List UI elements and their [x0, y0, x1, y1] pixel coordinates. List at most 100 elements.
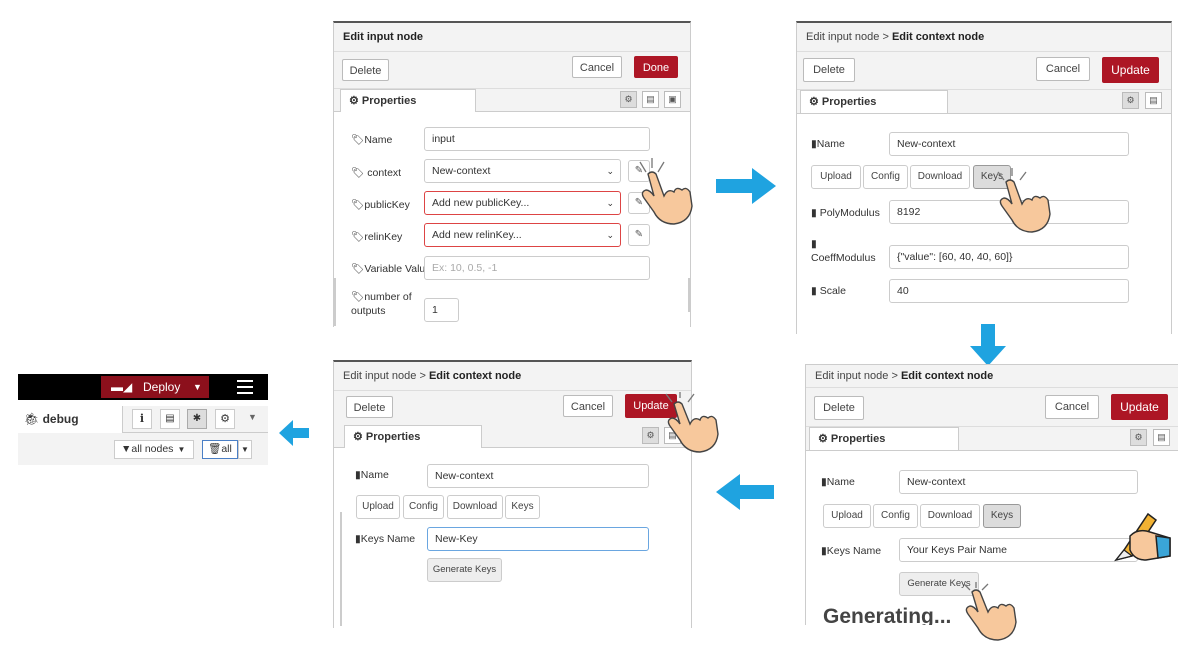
publickey-select[interactable]: Add new publicKey... ⌄ — [424, 191, 621, 215]
scrollbar[interactable] — [340, 512, 342, 626]
description-icon[interactable]: ▤ — [1145, 92, 1162, 109]
deploy-button[interactable]: ▬◢ Deploy ▼ — [101, 376, 209, 398]
arrow-left-icon — [279, 420, 309, 446]
scrollbar[interactable] — [334, 278, 336, 326]
tab-properties[interactable]: ⚙ Properties — [344, 425, 482, 448]
coeffmodulus-label: ▮ CoeffModulus — [811, 238, 876, 264]
chevron-down-icon: ▼ — [177, 445, 186, 454]
delete-button[interactable]: Delete — [814, 396, 864, 420]
tab-keys[interactable]: Keys — [983, 504, 1021, 528]
cancel-button[interactable]: Cancel — [572, 56, 622, 78]
delete-button[interactable]: Delete — [342, 59, 389, 81]
outputs-input[interactable]: 1 — [424, 298, 459, 322]
relinkey-select[interactable]: Add new relinKey... ⌄ — [424, 223, 621, 247]
cancel-button[interactable]: Cancel — [563, 395, 613, 417]
tab-properties[interactable]: ⚙ Properties — [800, 90, 948, 113]
name-label: ▮Name — [821, 476, 855, 488]
panel-title-bar: Edit input node > Edit context node — [797, 23, 1171, 52]
tab-upload[interactable]: Upload — [811, 165, 861, 189]
tab-upload[interactable]: Upload — [823, 504, 871, 528]
gear-icon: ⚙ — [818, 433, 831, 445]
scale-input[interactable]: 40 — [889, 279, 1129, 303]
tab-download[interactable]: Download — [920, 504, 980, 528]
cancel-button[interactable]: Cancel — [1036, 57, 1090, 81]
relinkey-value: Add new relinKey... — [432, 229, 522, 241]
settings-icon[interactable]: ⚙ — [620, 91, 637, 108]
tab-properties[interactable]: ⚙ Properties — [809, 427, 959, 450]
keys-name-input[interactable]: New-Key — [427, 527, 649, 551]
name-input[interactable]: New-context — [889, 132, 1129, 156]
clear-dropdown-button[interactable]: ▼ — [238, 440, 252, 459]
tab-download[interactable]: Download — [910, 165, 970, 189]
filter-nodes-button[interactable]: ▼all nodes ▼ — [114, 440, 194, 459]
breadcrumb: Edit input node > — [343, 370, 429, 382]
chevron-down-icon: ▼ — [193, 382, 202, 392]
gear-icon[interactable]: ⚙ — [215, 409, 235, 429]
tab-config[interactable]: Config — [863, 165, 908, 189]
variable-value-label: 🏷︎Variable Value — [351, 263, 432, 275]
info-icon[interactable]: i — [132, 409, 152, 429]
update-button[interactable]: Update — [1111, 394, 1168, 420]
panel-title: Edit context node — [900, 370, 994, 382]
name-input[interactable]: input — [424, 127, 650, 151]
tab-row: ⚙ Properties ⚙ ▤ — [806, 427, 1178, 451]
panel-title-bar: Edit input node > Edit context node — [334, 362, 691, 391]
tab-debug[interactable]: 🐞︎ debug — [18, 406, 123, 433]
variable-value-input[interactable]: Ex: 10, 0.5, -1 — [424, 256, 650, 280]
name-input[interactable]: New-context — [427, 464, 649, 488]
sidebar-tab-row: 🐞︎ debug i ▤ ✱ ⚙ ▼ — [18, 406, 268, 433]
tab-label: Properties — [365, 431, 421, 443]
keys-name-input[interactable]: Your Keys Pair Name — [899, 538, 1138, 562]
action-toolbar: Delete Cancel Update — [334, 391, 691, 426]
settings-icon[interactable]: ⚙ — [642, 427, 659, 444]
done-button[interactable]: Done — [634, 56, 678, 78]
tab-config[interactable]: Config — [403, 495, 444, 519]
debug-bug-icon[interactable]: ✱ — [187, 409, 207, 429]
description-icon[interactable]: ▤ — [642, 91, 659, 108]
menu-icon[interactable] — [237, 378, 253, 394]
deploy-label: Deploy — [143, 380, 181, 394]
clear-all-button[interactable]: 🗑︎all — [202, 440, 238, 459]
generate-keys-button[interactable]: Generate Keys — [427, 558, 502, 582]
settings-icon[interactable]: ⚙ — [1130, 429, 1147, 446]
tab-download[interactable]: Download — [447, 495, 503, 519]
debug-tab-label: debug — [42, 412, 79, 426]
tab-row: ⚙ Properties ⚙ ▤ ▣ — [334, 89, 690, 112]
chevron-down-icon[interactable]: ▼ — [248, 412, 257, 422]
coeffmodulus-input[interactable]: {"value": [60, 40, 40, 60]} — [889, 245, 1129, 269]
tab-keys[interactable]: Keys — [505, 495, 540, 519]
settings-icon[interactable]: ⚙ — [1122, 92, 1139, 109]
filter-icon: ▼ — [121, 443, 132, 455]
gear-icon: ⚙ — [349, 95, 362, 107]
delete-button[interactable]: Delete — [346, 396, 393, 418]
cancel-button[interactable]: Cancel — [1045, 395, 1099, 419]
pointing-hand-icon — [997, 168, 1051, 233]
appearance-icon[interactable]: ▣ — [664, 91, 681, 108]
relinkey-label: 🏷︎relinKey — [351, 231, 403, 243]
pointing-hand-icon — [963, 582, 1017, 641]
scrollbar[interactable] — [688, 278, 690, 312]
edit-context-node-config-panel: Edit input node > Edit context node Dele… — [796, 21, 1172, 334]
tab-properties[interactable]: ⚙ Properties — [340, 89, 476, 112]
tab-config[interactable]: Config — [873, 504, 918, 528]
arrow-down-icon — [970, 324, 1006, 366]
panel-title-bar: Edit input node > Edit context node — [806, 365, 1178, 388]
name-label: 🏷︎Name — [351, 134, 393, 146]
breadcrumb: Edit input node > — [815, 370, 901, 382]
update-button[interactable]: Update — [1102, 57, 1159, 83]
name-input[interactable]: New-context — [899, 470, 1138, 494]
debug-toolbar: ▼all nodes ▼ 🗑︎all ▼ — [18, 433, 268, 465]
publickey-value: Add new publicKey... — [432, 197, 530, 209]
context-value: New-context — [432, 165, 491, 177]
context-select[interactable]: New-context ⌄ — [424, 159, 621, 183]
panel-title: Edit context node — [891, 31, 985, 43]
book-icon[interactable]: ▤ — [160, 409, 180, 429]
delete-button[interactable]: Delete — [803, 58, 855, 82]
description-icon[interactable]: ▤ — [1153, 429, 1170, 446]
action-toolbar: Delete Cancel Done — [334, 52, 690, 89]
tab-row: ⚙ Properties ⚙ ▤ — [797, 90, 1171, 114]
pointing-hand-icon — [665, 392, 719, 453]
name-label: ▮Name — [811, 138, 845, 150]
tab-upload[interactable]: Upload — [356, 495, 400, 519]
deploy-icon: ▬◢ — [111, 380, 133, 394]
